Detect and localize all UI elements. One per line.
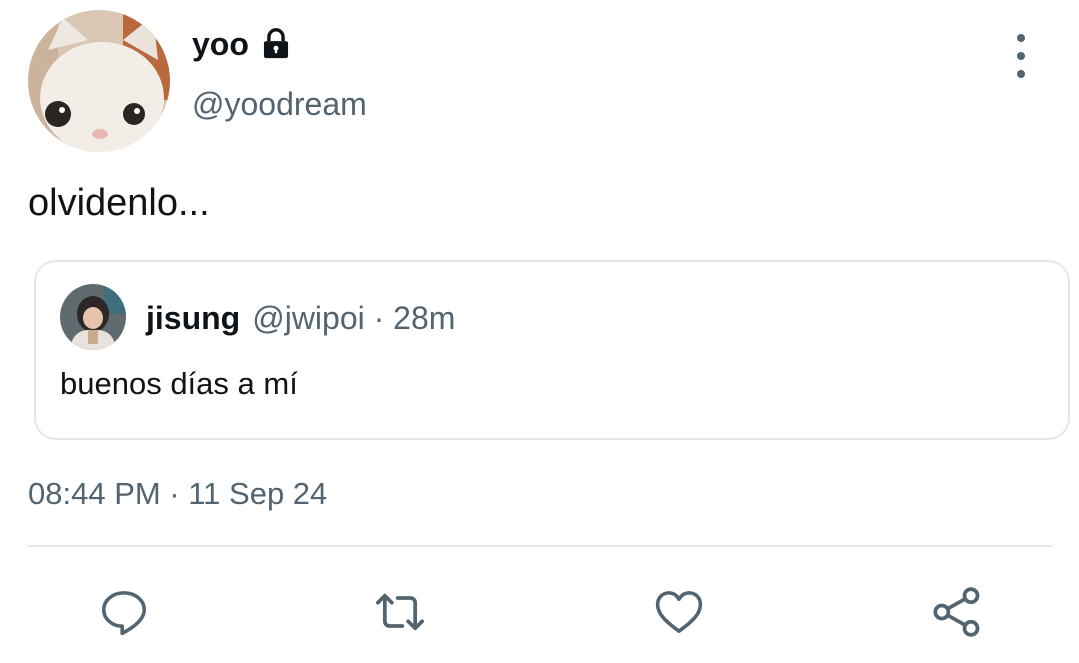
person-photo-image bbox=[60, 284, 126, 350]
retweet-button[interactable] bbox=[372, 584, 428, 640]
quoted-tweet-text: buenos días a mí bbox=[60, 366, 298, 401]
tweet-text: olvidenlo... bbox=[28, 182, 210, 224]
like-icon bbox=[655, 591, 703, 633]
quoted-tweet-header: jisung @jwipoi · 28m bbox=[146, 298, 455, 338]
retweet-icon bbox=[375, 593, 425, 631]
quoted-tweet-time: 28m bbox=[393, 300, 456, 336]
separator-dot: · bbox=[373, 300, 385, 336]
quoted-author-handle[interactable]: @jwipoi bbox=[252, 300, 365, 336]
tweet-timestamp: 08:44 PM · 11 Sep 24 bbox=[28, 476, 328, 511]
author-handle[interactable]: @yoodream bbox=[192, 84, 367, 124]
quoted-tweet-card[interactable]: jisung @jwipoi · 28m buenos días a mí bbox=[34, 260, 1070, 440]
share-button[interactable] bbox=[929, 584, 985, 640]
like-button[interactable] bbox=[651, 584, 707, 640]
quoted-author-avatar[interactable] bbox=[60, 284, 126, 350]
more-vertical-icon[interactable] bbox=[1006, 34, 1036, 78]
reply-button[interactable] bbox=[96, 584, 152, 640]
author-display-name[interactable]: yoo bbox=[192, 24, 293, 64]
author-avatar[interactable] bbox=[28, 10, 170, 152]
divider bbox=[28, 545, 1052, 547]
reply-icon bbox=[101, 591, 147, 636]
lock-icon bbox=[259, 27, 293, 61]
quoted-author-name[interactable]: jisung bbox=[146, 300, 240, 336]
author-name-text: yoo bbox=[192, 26, 249, 62]
kitten-figurine-image bbox=[28, 10, 170, 152]
share-icon bbox=[933, 587, 980, 637]
